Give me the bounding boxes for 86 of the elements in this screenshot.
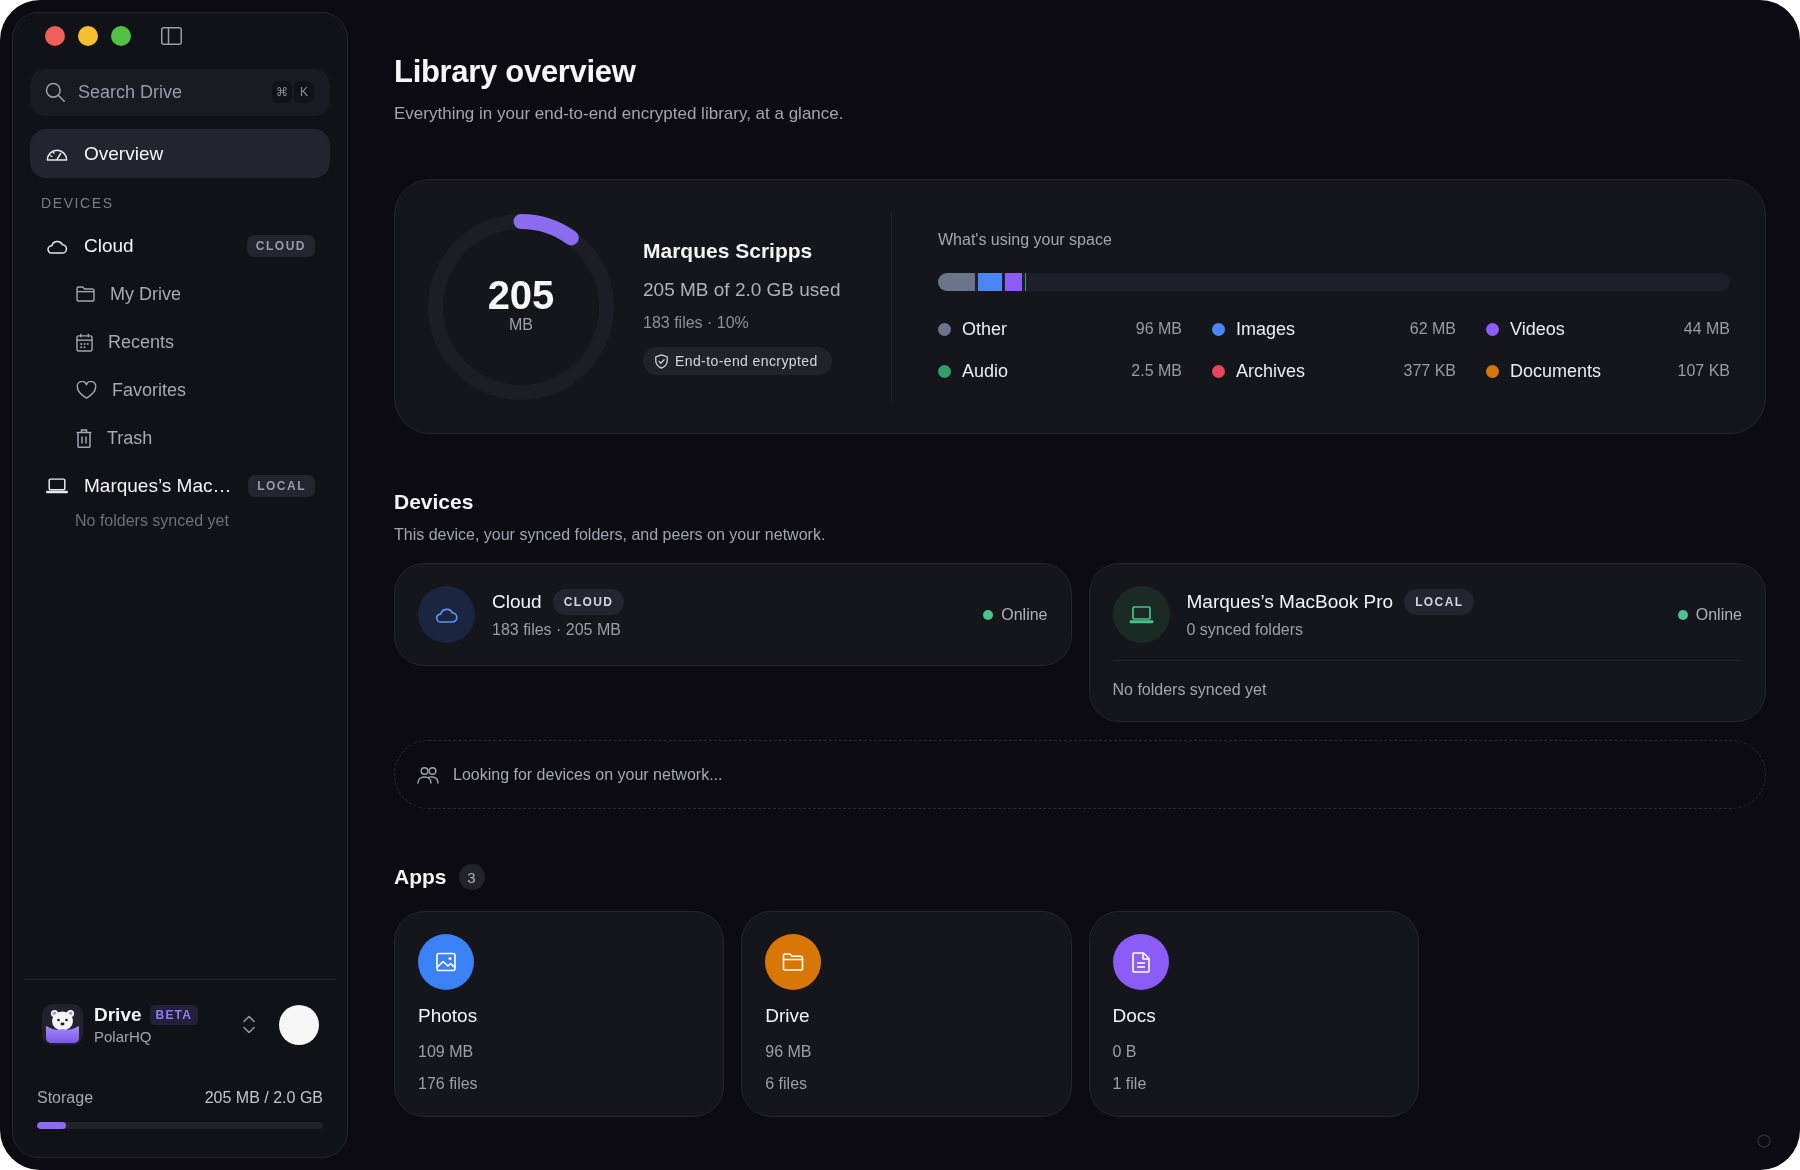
nav-item[interactable]: Recents — [30, 318, 330, 366]
close-icon[interactable] — [45, 26, 65, 46]
device-card[interactable]: Cloud CLOUD 183 files · 205 MB Online — [394, 563, 1072, 666]
section-title: Devices — [394, 489, 475, 515]
status-label: Online — [1001, 605, 1048, 624]
file-summary: 183 files · 10% — [643, 313, 750, 333]
cloud-icon — [46, 238, 68, 254]
app-name: Docs — [1112, 1004, 1157, 1028]
device-name: Marques’s MacBook Pro — [1186, 590, 1394, 613]
beta-badge: BETA — [149, 1005, 199, 1025]
legend-value: 107 KB — [1677, 362, 1730, 380]
ring-value: 205 — [487, 273, 555, 316]
legend-value: 2.5 MB — [1131, 362, 1182, 380]
device-detail: 183 files · 205 MB — [492, 619, 622, 640]
empty-note: No folders synced yet — [74, 512, 230, 530]
legend-value: 44 MB — [1683, 320, 1730, 338]
legend-label: Other — [962, 318, 1008, 340]
shortcut-key: K — [294, 81, 314, 103]
people-icon — [417, 765, 439, 784]
nav-item[interactable]: Cloud — [30, 222, 247, 270]
nav-item[interactable]: Marques’s Mac… — [30, 462, 249, 510]
legend-label: Videos — [1510, 318, 1565, 340]
encryption-label: End-to-end encrypted — [675, 353, 818, 369]
avatar-icon[interactable] — [279, 1004, 319, 1045]
section-label: DEVICES — [41, 195, 115, 211]
app-file-count: 1 file — [1112, 1074, 1148, 1094]
app-file-count: 6 files — [765, 1074, 809, 1094]
page-title: Library overview — [394, 54, 637, 90]
legend-value: 377 KB — [1403, 362, 1456, 380]
shortcut-key: ⌘ — [272, 81, 292, 103]
app-file-count: 176 files — [418, 1074, 479, 1094]
section-title: Apps — [394, 864, 447, 890]
minimize-icon[interactable] — [78, 26, 98, 46]
nav-item[interactable]: Favorites — [30, 366, 330, 414]
status-label: Online — [1695, 605, 1742, 624]
workspace-name: Drive — [94, 1004, 142, 1026]
page-subtitle: Everything in your end-to-end encrypted library, at a glance. — [394, 104, 845, 124]
heart-icon — [76, 381, 97, 399]
nav-item[interactable]: My Drive — [30, 270, 330, 318]
chevron-updown-icon[interactable] — [243, 1015, 255, 1034]
folder-icon — [76, 286, 95, 302]
zoom-icon[interactable] — [111, 26, 131, 46]
device-card[interactable]: Marques’s MacBook Pro LOCAL 0 synced folders Online No folders synced yet — [1088, 563, 1766, 722]
nav-item[interactable]: Trash — [30, 414, 330, 462]
app-card[interactable]: Photos 109 MB 176 files — [394, 911, 725, 1117]
nav-item[interactable]: Overview — [30, 129, 330, 178]
app-name: Drive — [765, 1004, 811, 1028]
legend-label: Audio — [962, 360, 1009, 382]
ring-icon — [1757, 1134, 1771, 1148]
app-card[interactable]: Drive 96 MB 6 files — [741, 911, 1072, 1117]
storage-label: Storage — [37, 1089, 94, 1107]
legend-value: 62 MB — [1409, 320, 1456, 338]
legend-value: 96 MB — [1135, 320, 1182, 338]
empty-note: No folders synced yet — [1112, 681, 1268, 699]
type-badge: CLOUD — [552, 588, 625, 615]
ring-unit: MB — [509, 315, 533, 334]
cloud-icon — [418, 586, 475, 643]
type-badge: LOCAL — [1404, 588, 1475, 615]
laptop-icon — [1112, 586, 1170, 643]
trash-icon — [76, 428, 92, 448]
discovery-text: Looking for devices on your network... — [453, 765, 723, 784]
usage-text: 205 MB of 2.0 GB used — [643, 278, 842, 302]
bear-logo-icon — [42, 1004, 83, 1045]
shield-check-icon — [655, 353, 668, 369]
app-name: Photos — [418, 1004, 479, 1028]
breakdown-title: What's using your space — [938, 230, 1113, 250]
app-size: 109 MB — [418, 1042, 475, 1062]
app-size: 96 MB — [765, 1042, 813, 1062]
owner-name: Marques Scripps — [643, 238, 814, 264]
org-name: PolarHQ — [94, 1028, 153, 1045]
count-badge: 3 — [458, 864, 485, 890]
calendar-icon — [76, 332, 93, 352]
legend-label: Archives — [1236, 360, 1306, 382]
legend-label: Images — [1236, 318, 1296, 340]
legend-label: Documents — [1510, 360, 1602, 382]
app-size: 0 B — [1112, 1042, 1138, 1062]
type-badge: CLOUD — [246, 235, 315, 257]
section-subtitle: This device, your synced folders, and peers on your network. — [394, 525, 827, 545]
laptop-icon — [46, 478, 68, 494]
type-badge: LOCAL — [248, 475, 315, 497]
sidebar-toggle-icon[interactable] — [161, 27, 182, 45]
device-detail: 0 synced folders — [1186, 619, 1304, 640]
storage-reading: 205 MB / 2.0 GB — [204, 1089, 323, 1107]
search-icon — [45, 82, 65, 102]
app-card[interactable]: Docs 0 B 1 file — [1088, 911, 1419, 1117]
device-name: Cloud — [492, 590, 542, 613]
